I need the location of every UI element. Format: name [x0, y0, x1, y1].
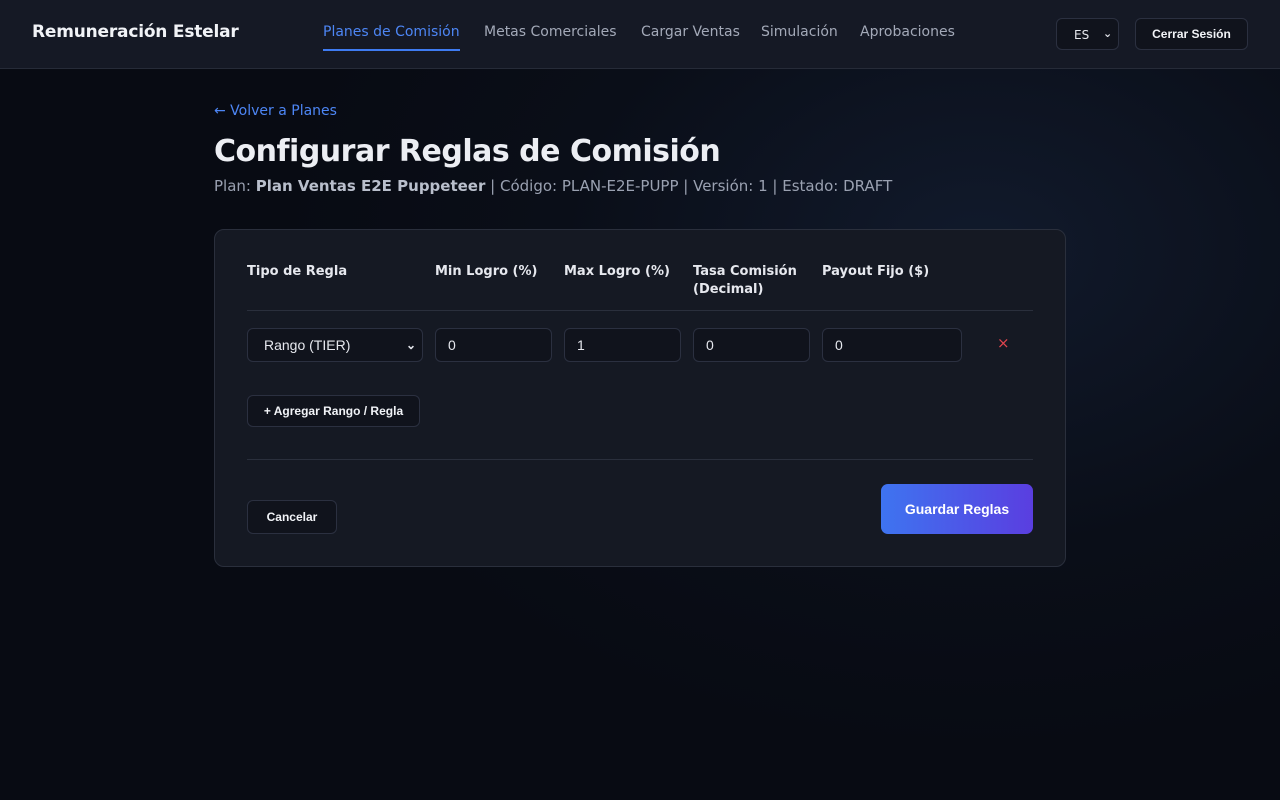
remove-rule-icon[interactable]: × [997, 334, 1010, 352]
nav-item-metas[interactable]: Metas Comerciales [484, 24, 617, 49]
cancel-button[interactable]: Cancelar [247, 500, 337, 534]
nav-item-cargar-ventas[interactable]: Cargar Ventas [641, 24, 740, 49]
commission-rate-input[interactable]: 0 [693, 328, 810, 362]
rules-card: Tipo de Regla Min Logro (%) Max Logro (%… [214, 229, 1066, 567]
plan-details: | Código: PLAN-E2E-PUPP | Versión: 1 | E… [490, 177, 893, 195]
column-header-payout: Payout Fijo ($) [822, 264, 930, 279]
language-select[interactable]: ES ⌄ [1056, 18, 1119, 50]
language-value: ES [1074, 28, 1090, 42]
add-rule-button[interactable]: + Agregar Rango / Regla [247, 395, 420, 427]
plan-label: Plan: [214, 177, 251, 195]
column-header-min: Min Logro (%) [435, 264, 538, 279]
actions-divider [247, 459, 1033, 460]
page-title: Configurar Reglas de Comisión [214, 134, 721, 169]
back-to-plans-link[interactable]: ← Volver a Planes [214, 103, 337, 119]
column-header-rule-type: Tipo de Regla [247, 264, 348, 279]
column-header-max: Max Logro (%) [564, 264, 670, 279]
table-divider [247, 310, 1033, 311]
max-achievement-input[interactable]: 1 [564, 328, 681, 362]
logout-button[interactable]: Cerrar Sesión [1135, 18, 1248, 50]
nav-item-aprobaciones[interactable]: Aprobaciones [860, 24, 955, 49]
column-header-rate: Tasa Comisión (Decimal) [693, 264, 797, 297]
top-navbar: Remuneración Estelar Planes de Comisión … [0, 0, 1280, 69]
chevron-down-icon: ⌄ [1103, 27, 1113, 40]
rule-type-value: Rango (TIER) [264, 337, 351, 353]
app-brand[interactable]: Remuneración Estelar [32, 22, 239, 42]
save-rules-button[interactable]: Guardar Reglas [881, 484, 1033, 534]
plan-name: Plan Ventas E2E Puppeteer [255, 177, 486, 195]
fixed-payout-input[interactable]: 0 [822, 328, 962, 362]
rule-type-select[interactable]: Rango (TIER) ⌄ [247, 328, 423, 362]
chevron-down-icon: ⌄ [405, 338, 416, 352]
plan-meta: Plan: Plan Ventas E2E Puppeteer | Código… [214, 177, 892, 195]
nav-item-planes[interactable]: Planes de Comisión [323, 24, 460, 51]
nav-item-simulacion[interactable]: Simulación [761, 24, 838, 49]
min-achievement-input[interactable]: 0 [435, 328, 552, 362]
